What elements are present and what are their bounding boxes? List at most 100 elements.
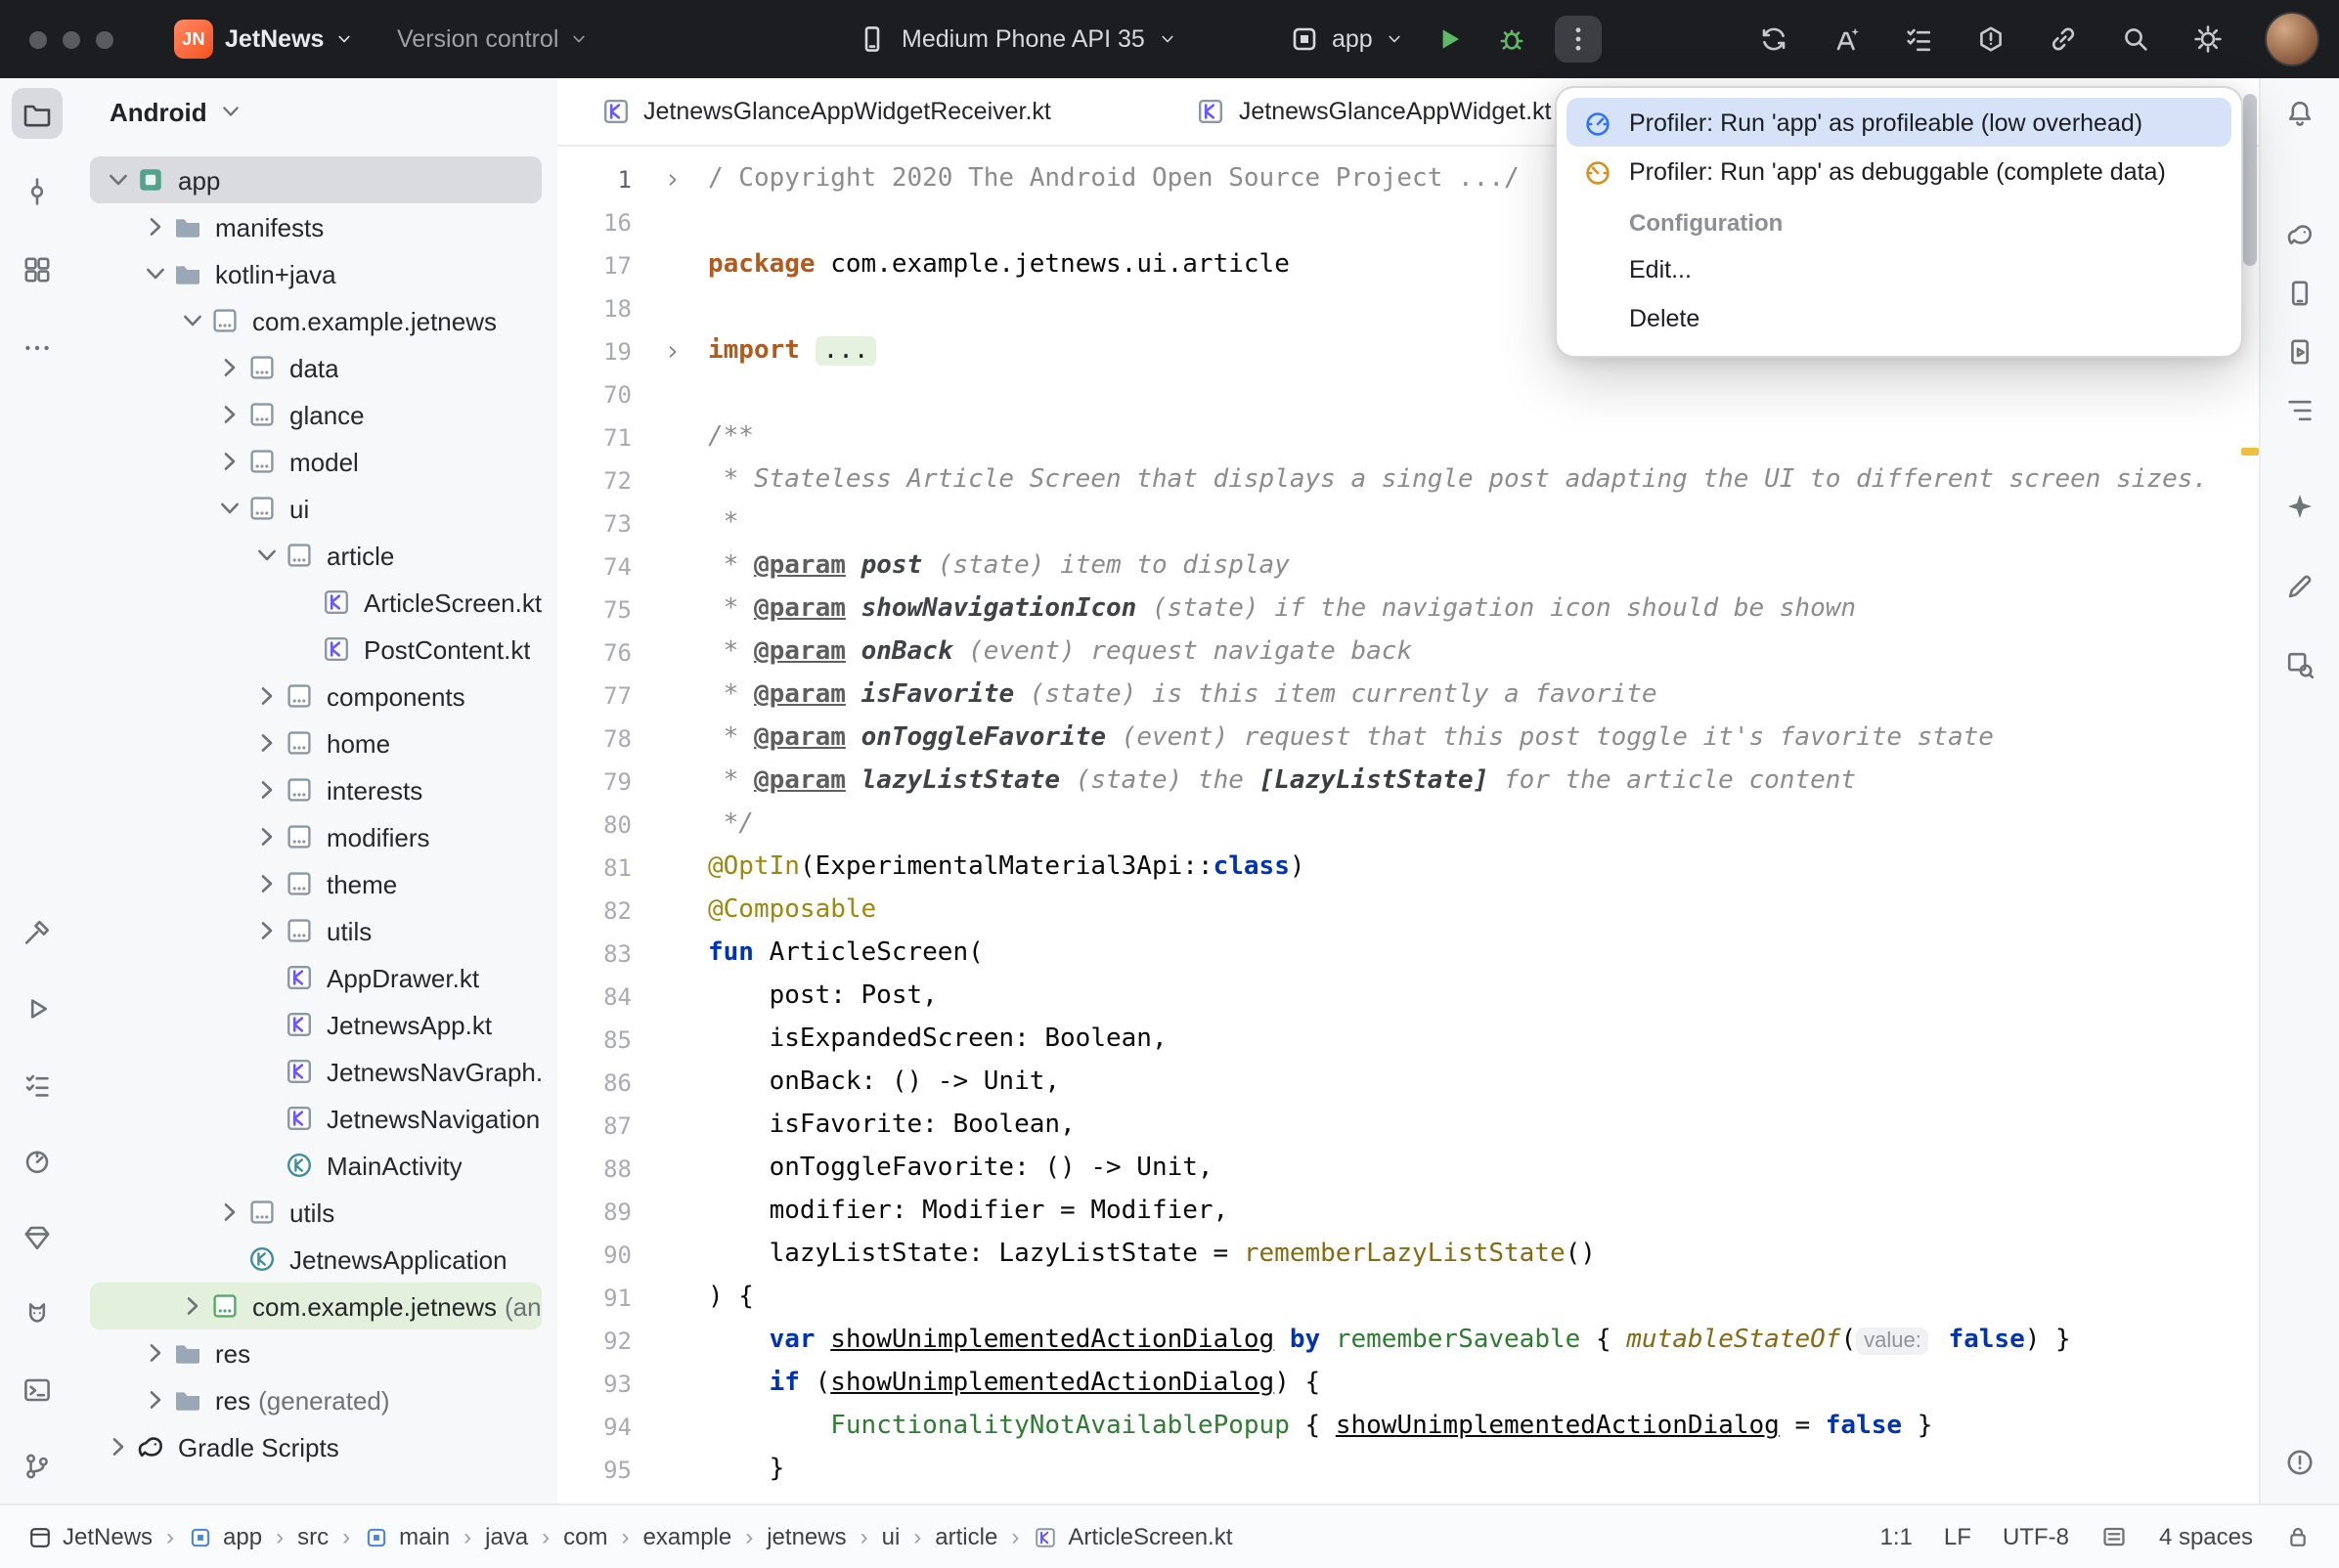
tree-item-glance[interactable]: glance [90,391,542,438]
code-line-77[interactable]: 77 * @param isFavorite (state) is this i… [557,675,2261,718]
line-number[interactable]: 77 [557,675,698,718]
run-tool-tool-button[interactable] [12,983,63,1034]
layout-inspector-tool-button[interactable] [2274,639,2325,690]
line-number[interactable]: 93 [557,1363,698,1406]
debug-button[interactable] [1488,16,1535,63]
line-number[interactable]: 84 [557,976,698,1019]
breadcrumb-com[interactable]: com [563,1523,607,1550]
line-number[interactable]: 75 [557,588,698,632]
popup-action-delete[interactable]: Delete [1567,293,2231,342]
running-devices-tool-button[interactable] [2274,327,2325,377]
code-line-74[interactable]: 74 * @param post (state) item to display [557,545,2261,588]
breadcrumb-java[interactable]: java [485,1523,528,1550]
chevron-right-icon[interactable] [139,211,172,242]
problems-tool-button[interactable] [2274,1437,2325,1488]
code-line-72[interactable]: 72 * Stateless Article Screen that displ… [557,459,2261,502]
line-number[interactable]: 81 [557,847,698,890]
line-number[interactable]: 16 [557,201,698,244]
chevron-down-icon[interactable] [176,305,209,336]
more-run-options-button[interactable] [1555,16,1602,63]
code-line-90[interactable]: 90 lazyListState: LazyListState = rememb… [557,1234,2261,1277]
device-selector[interactable]: Medium Phone API 35 [857,0,1178,78]
todo-tool-button[interactable] [12,1060,63,1111]
code-line-85[interactable]: 85 isExpandedScreen: Boolean, [557,1019,2261,1062]
line-number[interactable]: 70 [557,373,698,416]
insights-tool-button[interactable] [12,1212,63,1263]
tree-item-utils[interactable]: utils [90,1189,542,1236]
chevron-down-icon[interactable] [139,258,172,289]
tree-item-gradle-scripts[interactable]: Gradle Scripts [90,1423,542,1470]
chevron-right-icon[interactable] [176,1290,209,1322]
code-line-82[interactable]: 82@Composable [557,890,2261,933]
line-number[interactable]: 90 [557,1234,698,1277]
line-number[interactable]: 89 [557,1191,698,1234]
editor-tab-1[interactable]: JetnewsGlanceAppWidgetReceiver.kt [600,78,1051,145]
editor-scrollbar[interactable] [2243,94,2257,266]
code-line-88[interactable]: 88 onToggleFavorite: () -> Unit, [557,1148,2261,1191]
tree-item-utils[interactable]: utils [90,907,542,954]
line-number[interactable]: 80 [557,804,698,847]
chevron-right-icon[interactable] [250,868,284,899]
breadcrumb-jetnews[interactable]: JetNews [27,1523,153,1550]
chevron-right-icon[interactable] [139,1384,172,1416]
tree-item-data[interactable]: data [90,344,542,391]
breadcrumb-main[interactable]: main [364,1523,450,1550]
chevron-right-icon[interactable] [250,727,284,759]
chevron-right-icon[interactable] [102,1431,135,1462]
tree-item-jetnewsapp-kt[interactable]: JetnewsApp.kt [90,1001,542,1048]
line-number[interactable]: 74 [557,545,698,588]
line-number[interactable]: 79 [557,761,698,804]
code-line-78[interactable]: 78 * @param onToggleFavorite (event) req… [557,718,2261,761]
tasks-icon[interactable] [1903,23,1934,55]
code-line-79[interactable]: 79 * @param lazyListState (state) the [L… [557,761,2261,804]
code-line-93[interactable]: 93 if (showUnimplementedActionDialog) { [557,1363,2261,1406]
line-number[interactable]: 1 [557,158,698,201]
chevron-down-icon[interactable] [213,493,246,524]
tree-item-jetnewsnavgraph[interactable]: JetnewsNavGraph. [90,1048,542,1095]
gradle-tool-button[interactable] [2274,209,2325,260]
tree-item-components[interactable]: components [90,673,542,719]
line-number[interactable]: 18 [557,287,698,330]
breadcrumb-articlescreen-kt[interactable]: ArticleScreen.kt [1033,1523,1232,1550]
ai-assistant-icon[interactable] [1831,23,1862,55]
indent-style-icon[interactable] [2100,1523,2128,1550]
device-manager-tool-button[interactable] [2274,268,2325,319]
line-number[interactable]: 19 [557,330,698,373]
indent-size[interactable]: 4 spaces [2159,1523,2253,1550]
line-number[interactable]: 72 [557,459,698,502]
line-number[interactable]: 83 [557,933,698,976]
tree-item-com-example-jetnews[interactable]: com.example.jetnews(an [90,1283,542,1329]
code-line-89[interactable]: 89 modifier: Modifier = Modifier, [557,1191,2261,1234]
code-line-75[interactable]: 75 * @param showNavigationIcon (state) i… [557,588,2261,632]
code-line-71[interactable]: 71/** [557,416,2261,459]
tree-item-interests[interactable]: interests [90,766,542,813]
caret-position[interactable]: 1:1 [1880,1523,1913,1550]
tree-item-ui[interactable]: ui [90,485,542,532]
chevron-right-icon[interactable] [250,680,284,712]
fold-marker-icon[interactable] [663,342,683,362]
chevron-down-icon[interactable] [102,164,135,196]
gemini-tool-button[interactable] [2274,481,2325,532]
window-minimize-button[interactable] [63,30,80,48]
resource-manager-tool-button[interactable] [12,244,63,295]
breadcrumb-ui[interactable]: ui [882,1523,901,1550]
breadcrumb-jetnews[interactable]: jetnews [767,1523,846,1550]
code-line-94[interactable]: 94 FunctionalityNotAvailablePopup { show… [557,1406,2261,1449]
breadcrumb-example[interactable]: example [643,1523,732,1550]
tree-item-postcontent-kt[interactable]: PostContent.kt [90,626,542,673]
tree-item-theme[interactable]: theme [90,860,542,907]
commit-tool-button[interactable] [12,166,63,217]
chevron-right-icon[interactable] [213,352,246,383]
version-control-menu[interactable]: Version control [397,0,588,78]
search-icon[interactable] [2120,23,2151,55]
chevron-right-icon[interactable] [250,821,284,852]
line-number[interactable]: 91 [557,1277,698,1320]
code-line-92[interactable]: 92 var showUnimplementedActionDialog by … [557,1320,2261,1363]
link-icon[interactable] [2048,23,2079,55]
tree-item-mainactivity[interactable]: MainActivity [90,1142,542,1189]
tree-item-manifests[interactable]: manifests [90,203,542,250]
tree-item-app[interactable]: app [90,156,542,203]
popup-item-2[interactable]: Profiler: Run 'app' as debuggable (compl… [1567,147,2231,196]
code-line-87[interactable]: 87 isFavorite: Boolean, [557,1105,2261,1148]
pencil-tool-button[interactable] [2274,561,2325,612]
